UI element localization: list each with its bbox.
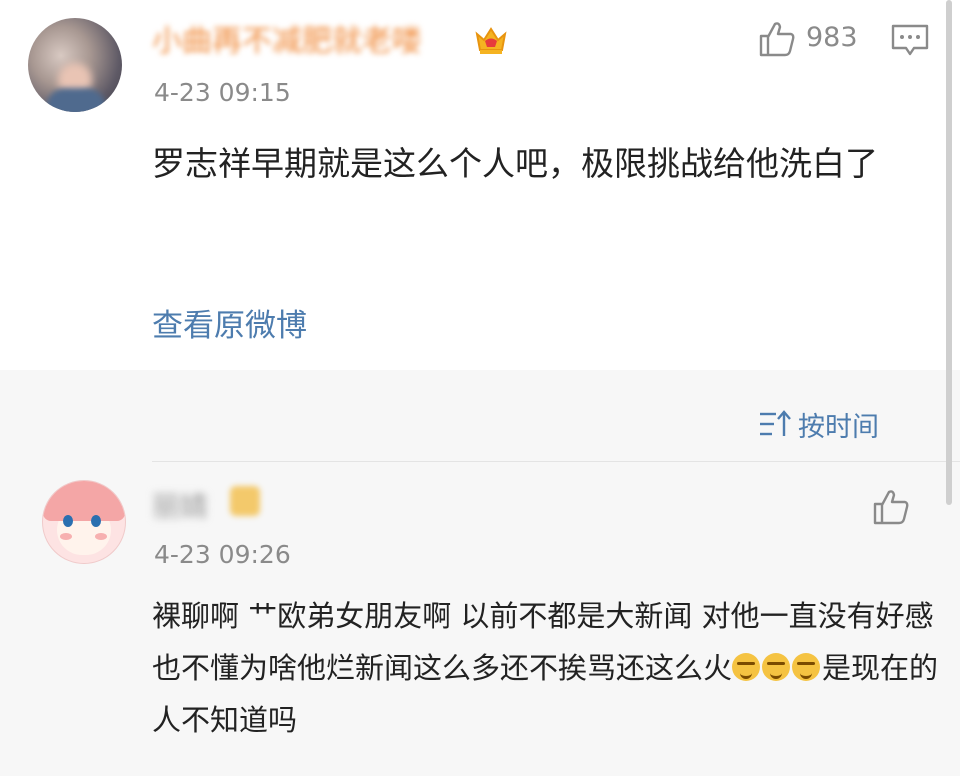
reply-content: 裸聊啊 艹欧弟女朋友啊 以前不都是大新闻 对他一直没有好感也不懂为啥他烂新闻这么… [152,590,952,746]
post-timestamp: 4-23 09:15 [154,78,291,107]
post-author-username[interactable]: 小曲再不减肥就老喽 [152,24,464,60]
comment-icon[interactable] [890,22,930,58]
avatar-hair [43,481,125,521]
original-post: 小曲再不减肥就老喽 4-23 09:15 983 罗志祥早期就是这么个人吧，极限… [0,0,960,370]
reply-timestamp: 4-23 09:26 [154,540,291,569]
view-original-link[interactable]: 查看原微博 [152,300,307,345]
smirk-emoji-icon [732,653,761,681]
post-author-avatar[interactable] [28,18,122,112]
smirk-emoji-icon [792,653,821,681]
post-like-count: 983 [806,22,858,53]
crown-icon [475,27,507,54]
avatar-eye-right [91,515,101,527]
sort-label: 按时间 [798,411,879,443]
avatar-blush-left [60,533,72,540]
avatar-blush-right [95,533,107,540]
thumbs-up-icon[interactable] [872,488,910,526]
sort-toggle[interactable]: 按时间 [758,404,879,444]
reply-author-avatar[interactable] [42,480,126,564]
scrollbar[interactable] [946,0,952,505]
divider [152,461,960,462]
smirk-emoji-icon [762,653,791,681]
post-content: 罗志祥早期就是这么个人吧，极限挑战给他洗白了 [152,144,878,183]
member-badge-icon [230,486,260,516]
sort-icon [760,410,791,436]
thumbs-up-icon[interactable] [758,20,796,58]
avatar-eye-left [63,515,73,527]
avatar-body-blurred [46,88,106,112]
